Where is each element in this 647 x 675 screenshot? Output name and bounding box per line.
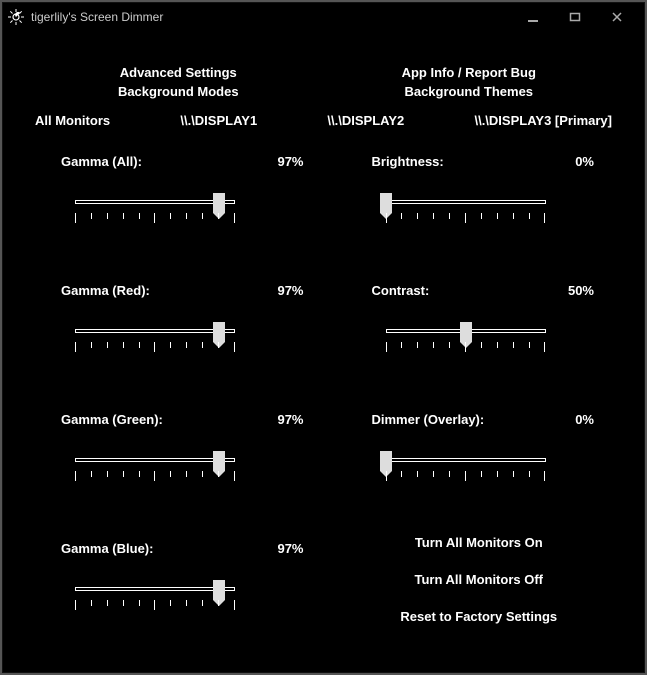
slider-track-gamma-red[interactable] bbox=[75, 326, 235, 356]
maximize-button[interactable] bbox=[554, 6, 596, 28]
slider-gamma-red: Gamma (Red): 97% bbox=[33, 283, 324, 356]
slider-thumb[interactable] bbox=[380, 451, 392, 471]
tab-display2[interactable]: \\.\DISPLAY2 bbox=[327, 113, 404, 128]
slider-gamma-all: Gamma (All): 97% bbox=[33, 154, 324, 227]
slider-thumb[interactable] bbox=[213, 580, 225, 600]
window-title: tigerlily's Screen Dimmer bbox=[31, 10, 163, 24]
slider-thumb[interactable] bbox=[213, 193, 225, 213]
slider-brightness: Brightness: 0% bbox=[344, 154, 615, 227]
link-background-themes[interactable]: Background Themes bbox=[324, 84, 615, 99]
label-contrast: Contrast: bbox=[372, 283, 430, 298]
tab-display3[interactable]: \\.\DISPLAY3 [Primary] bbox=[474, 113, 612, 128]
slider-thumb[interactable] bbox=[380, 193, 392, 213]
value-gamma-blue: 97% bbox=[277, 541, 303, 556]
slider-track-dimmer[interactable] bbox=[386, 455, 546, 485]
label-gamma-all: Gamma (All): bbox=[61, 154, 142, 169]
slider-dimmer: Dimmer (Overlay): 0% bbox=[344, 412, 615, 485]
slider-track-gamma-green[interactable] bbox=[75, 455, 235, 485]
link-advanced-settings[interactable]: Advanced Settings bbox=[33, 65, 324, 80]
value-dimmer: 0% bbox=[575, 412, 594, 427]
slider-gamma-green: Gamma (Green): 97% bbox=[33, 412, 324, 485]
label-brightness: Brightness: bbox=[372, 154, 444, 169]
slider-thumb[interactable] bbox=[213, 322, 225, 342]
slider-gamma-blue: Gamma (Blue): 97% bbox=[33, 541, 324, 614]
slider-thumb[interactable] bbox=[460, 322, 472, 342]
slider-track-gamma-blue[interactable] bbox=[75, 584, 235, 614]
action-reset[interactable]: Reset to Factory Settings bbox=[344, 609, 615, 624]
link-background-modes[interactable]: Background Modes bbox=[33, 84, 324, 99]
label-gamma-blue: Gamma (Blue): bbox=[61, 541, 153, 556]
slider-contrast: Contrast: 50% bbox=[344, 283, 615, 356]
slider-track-contrast[interactable] bbox=[386, 326, 546, 356]
value-contrast: 50% bbox=[568, 283, 594, 298]
value-gamma-all: 97% bbox=[277, 154, 303, 169]
link-app-info[interactable]: App Info / Report Bug bbox=[324, 65, 615, 80]
close-button[interactable] bbox=[596, 6, 638, 28]
slider-track-gamma-all[interactable] bbox=[75, 197, 235, 227]
tab-all-monitors[interactable]: All Monitors bbox=[35, 113, 110, 128]
value-gamma-green: 97% bbox=[277, 412, 303, 427]
action-turn-all-on[interactable]: Turn All Monitors On bbox=[344, 535, 615, 550]
app-icon bbox=[7, 8, 25, 26]
value-brightness: 0% bbox=[575, 154, 594, 169]
slider-thumb[interactable] bbox=[213, 451, 225, 471]
app-window: tigerlily's Screen Dimmer Advanced Setti… bbox=[2, 2, 645, 673]
slider-track-brightness[interactable] bbox=[386, 197, 546, 227]
minimize-button[interactable] bbox=[512, 6, 554, 28]
label-gamma-green: Gamma (Green): bbox=[61, 412, 163, 427]
label-gamma-red: Gamma (Red): bbox=[61, 283, 150, 298]
label-dimmer: Dimmer (Overlay): bbox=[372, 412, 485, 427]
titlebar[interactable]: tigerlily's Screen Dimmer bbox=[3, 3, 644, 31]
value-gamma-red: 97% bbox=[277, 283, 303, 298]
action-turn-all-off[interactable]: Turn All Monitors Off bbox=[344, 572, 615, 587]
tab-display1[interactable]: \\.\DISPLAY1 bbox=[180, 113, 257, 128]
